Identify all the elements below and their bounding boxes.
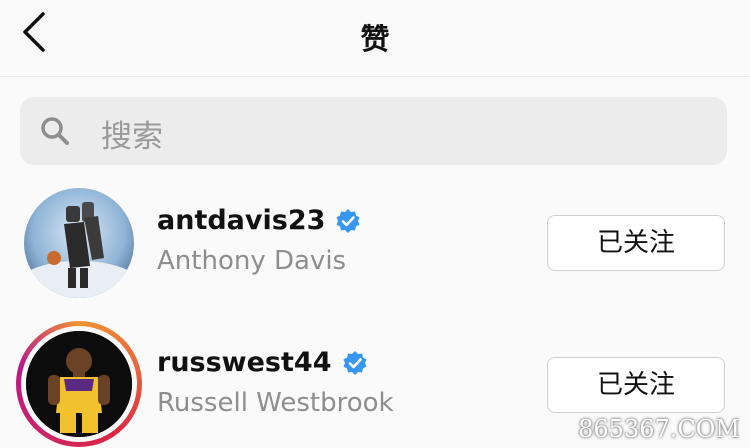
- username[interactable]: russwest44: [157, 347, 368, 378]
- username[interactable]: antdavis23: [157, 205, 361, 236]
- list-item[interactable]: antdavis23 Anthony Davis 已关注: [0, 188, 750, 306]
- header: 赞: [0, 0, 750, 77]
- page-title: 赞: [360, 22, 390, 56]
- full-name: Russell Westbrook: [157, 388, 394, 418]
- story-ring[interactable]: [16, 321, 142, 447]
- search-icon: [41, 117, 69, 145]
- verified-badge-icon: [343, 350, 366, 375]
- watermark: 865367.COM: [578, 415, 740, 443]
- search-placeholder: 搜索: [101, 119, 163, 155]
- verified-badge-icon: [336, 208, 360, 233]
- search-input[interactable]: 搜索: [20, 97, 727, 165]
- full-name: Anthony Davis: [157, 246, 347, 276]
- following-button[interactable]: 已关注: [547, 215, 725, 271]
- avatar: [26, 331, 132, 437]
- avatar-image: [24, 188, 134, 298]
- avatar[interactable]: [24, 188, 134, 298]
- following-button[interactable]: 已关注: [547, 357, 725, 413]
- avatar-image: [26, 331, 132, 437]
